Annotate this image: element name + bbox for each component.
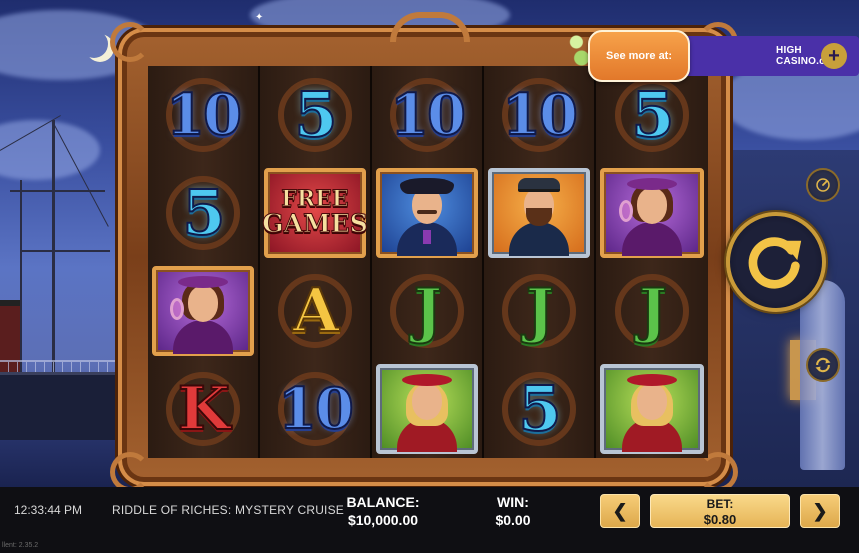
bet-label: BET: [706,497,734,511]
reel-cell: FREE GAMES [260,164,372,262]
symbol-k: K [177,374,231,444]
captain-symbol [376,168,478,258]
reel-cell [596,164,708,262]
symbol-j: J [413,276,443,346]
reel-cell: J [372,262,484,360]
reel-cell: 5 [484,360,596,458]
bet-value: $0.80 [703,512,737,527]
bottom-bar: 12:33:44 PM RIDDLE OF RICHES: MYSTERY CR… [0,487,859,553]
ship-yard [10,190,105,192]
promo-banner[interactable]: HIGH CASINO.com + See more at: [566,30,859,82]
symbol-5: 5 [630,78,675,151]
version-text: llent: 2.35.2 [2,542,39,549]
symbol-5: 5 [517,372,562,445]
promo-bar: HIGH CASINO.com + [684,36,859,76]
spin-icon [748,237,802,289]
bet-decrease-button[interactable]: ❮ [600,494,640,528]
reel-cell: J [484,262,596,360]
symbol-10: 10 [277,376,355,442]
ship-hull [0,372,130,440]
lady-purple-symbol [600,168,704,258]
symbol-10: 10 [501,82,579,148]
turbo-icon [816,178,830,192]
cloud [0,120,100,180]
reel-grid[interactable]: 10 5 10 10 5 5 FREE GAMES A J J J K 10 5 [148,66,708,458]
spin-button[interactable] [726,212,826,312]
see-more-label[interactable]: See more at: [588,30,690,82]
reel-cell [596,360,708,458]
chevron-right-icon: ❯ [812,500,828,521]
symbol-a: A [292,276,341,346]
reel-cell [372,360,484,458]
symbol-j: J [638,276,668,346]
reel-cell: A [260,262,372,360]
reel-cell: 10 [372,66,484,164]
bet-button[interactable]: BET: $0.80 [650,494,790,528]
game-title: RIDDLE OF RICHES: MYSTERY CRUISE [112,503,344,517]
frame-ornament [110,452,150,492]
symbol-5: 5 [181,176,226,249]
lady-purple-symbol [152,266,254,356]
reel-cell: 5 [260,66,372,164]
moon-icon [80,30,108,58]
balance-display: BALANCE: $10,000.00 [340,494,426,528]
frame-ornament [110,22,150,62]
reel-cell [372,164,484,262]
star-icon: ✦ [255,12,264,23]
lady-green-symbol [376,364,478,454]
reel-cell: 10 [260,360,372,458]
balance-label: BALANCE: [346,494,420,510]
officer-symbol [488,168,590,258]
win-display: WIN: $0.00 [478,494,548,528]
autoplay-icon [815,357,831,373]
symbol-10: 10 [165,82,243,148]
reel-cell: 5 [148,164,260,262]
autoplay-button[interactable] [806,348,840,382]
reel-cell: 10 [484,66,596,164]
reel-cell: 10 [148,66,260,164]
reel-cell [148,262,260,360]
ship-mast [20,180,22,375]
chevron-left-icon: ❮ [612,500,628,521]
reel-cell: J [596,262,708,360]
reel-cell: K [148,360,260,458]
win-value: $0.00 [495,512,531,528]
free-games-symbol: FREE GAMES [262,186,369,239]
symbol-10: 10 [389,82,467,148]
frame-ornament [698,452,738,492]
ship-mast [52,120,55,375]
lady-green-symbol [600,364,704,454]
win-label: WIN: [497,494,529,510]
turbo-button[interactable] [806,168,840,202]
ship-yard [20,250,110,252]
reel-cell [484,164,596,262]
symbol-j: J [525,276,555,346]
plus-button[interactable]: + [821,43,847,69]
symbol-5: 5 [293,78,338,151]
bet-increase-button[interactable]: ❯ [800,494,840,528]
balance-value: $10,000.00 [347,512,419,528]
clock: 12:33:44 PM [14,503,83,517]
